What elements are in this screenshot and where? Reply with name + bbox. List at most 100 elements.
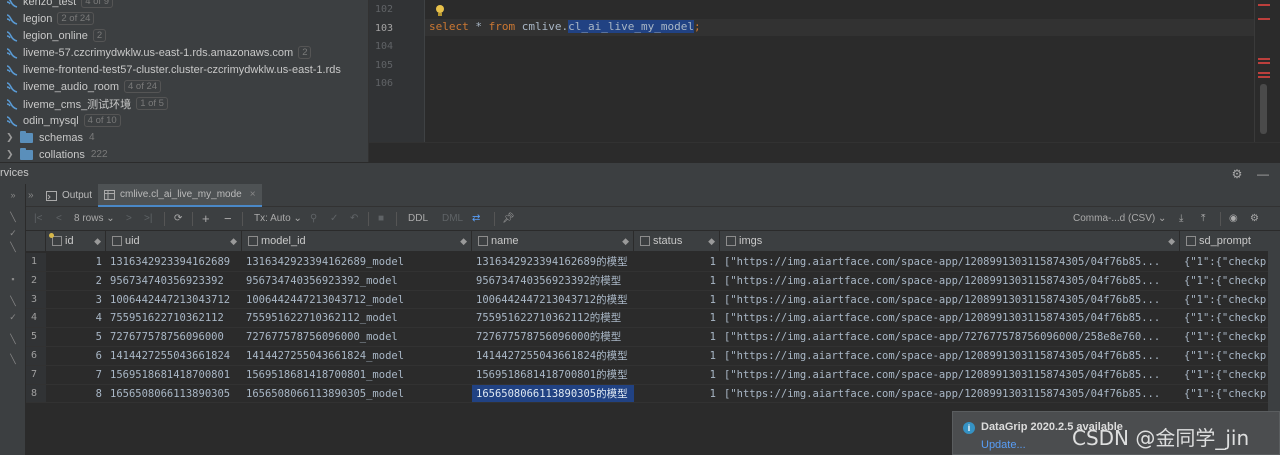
cell-model-id[interactable]: 1569518681418700801_model xyxy=(242,366,472,385)
tab-result-table[interactable]: cmlive.cl_ai_live_my_mode × xyxy=(98,184,262,207)
cell-status[interactable]: 1 xyxy=(634,309,720,328)
rollback-icon[interactable]: ↶ xyxy=(350,212,358,226)
column-header-status[interactable]: status ◆ xyxy=(634,231,720,252)
cell-uid[interactable]: 1006442447213043712 xyxy=(106,291,242,310)
sql-editor[interactable]: 102 103 104 105 106 select * from cmlive.cl_… xyxy=(368,0,1280,162)
tree-item[interactable]: liveme_cms_测试环境 1 of 5 xyxy=(0,95,168,112)
cell-name[interactable]: 1006442447213043712的模型 xyxy=(472,291,634,310)
export-format-dropdown[interactable]: Comma-...d (CSV) ⌄ xyxy=(1073,212,1166,226)
cell-id[interactable]: 2 xyxy=(46,272,106,291)
tree-icon[interactable]: ╲ xyxy=(4,334,22,348)
chevron-right-icon[interactable]: ❯ xyxy=(6,132,16,143)
cell-id[interactable]: 3 xyxy=(46,291,106,310)
cell-name[interactable]: 727677578756096000的模型 xyxy=(472,328,634,347)
close-tab-icon[interactable]: × xyxy=(250,189,256,200)
cell-imgs[interactable]: ["https://img.aiartface.com/space-app/12… xyxy=(720,347,1180,366)
cell-status[interactable]: 1 xyxy=(634,385,720,404)
cell-imgs[interactable]: ["https://img.aiartface.com/space-app/72… xyxy=(720,328,1180,347)
sort-icon[interactable]: ◆ xyxy=(622,236,629,247)
tree-item[interactable]: odin_mysql 4 of 10 xyxy=(0,112,121,129)
settings-icon[interactable]: ⚙ xyxy=(1230,167,1244,181)
tree-item[interactable]: liveme-frontend-test57-cluster.cluster-c… xyxy=(0,61,341,78)
column-header-sd-prompt[interactable]: sd_prompt xyxy=(1180,231,1280,252)
cell-sd-prompt[interactable]: {"1":{"checkp xyxy=(1180,291,1280,310)
import-icon[interactable]: ⤒ xyxy=(1201,212,1205,226)
error-marker[interactable] xyxy=(1258,18,1270,20)
cell-sd-prompt[interactable]: {"1":{"checkp xyxy=(1180,309,1280,328)
column-header-name[interactable]: name ◆ xyxy=(472,231,634,252)
cell-id[interactable]: 8 xyxy=(46,385,106,404)
error-marker[interactable] xyxy=(1258,4,1270,6)
error-marker[interactable] xyxy=(1258,72,1270,74)
cell-imgs[interactable]: ["https://img.aiartface.com/space-app/12… xyxy=(720,272,1180,291)
tree-icon[interactable]: ╲ xyxy=(4,242,22,256)
prev-page-icon[interactable]: < xyxy=(56,212,62,226)
cell-id[interactable]: 6 xyxy=(46,347,106,366)
cell-name[interactable]: 956734740356923392的模型 xyxy=(472,272,634,291)
cell-uid[interactable]: 755951622710362112 xyxy=(106,309,242,328)
row-number[interactable]: 6 xyxy=(26,347,46,366)
cell-status[interactable]: 1 xyxy=(634,253,720,272)
add-row-icon[interactable]: + xyxy=(202,212,210,226)
tree-folder[interactable]: ❯ schemas 4 xyxy=(0,129,95,146)
refresh-icon[interactable]: ⟳ xyxy=(174,212,182,226)
cell-uid[interactable]: 956734740356923392 xyxy=(106,272,242,291)
compare-icon[interactable]: ⇄ xyxy=(472,212,480,226)
tab-output[interactable]: Output xyxy=(40,184,98,207)
cell-status[interactable]: 1 xyxy=(634,347,720,366)
cell-model-id[interactable]: 1316342923394162689_model xyxy=(242,253,472,272)
dml-button[interactable]: DML xyxy=(442,212,463,226)
cell-status[interactable]: 1 xyxy=(634,272,720,291)
rows-count-dropdown[interactable]: 8 rows ⌄ xyxy=(74,212,115,226)
cell-sd-prompt[interactable]: {"1":{"checkp xyxy=(1180,253,1280,272)
remove-row-icon[interactable]: − xyxy=(224,212,232,226)
first-page-icon[interactable]: |< xyxy=(34,212,42,226)
cell-sd-prompt[interactable]: {"1":{"checkp xyxy=(1180,347,1280,366)
row-number[interactable]: 3 xyxy=(26,290,46,310)
cell-id[interactable]: 1 xyxy=(46,253,106,272)
row-number[interactable]: 1 xyxy=(26,253,46,272)
tree-icon[interactable]: ╲ xyxy=(4,296,22,310)
tree-icon[interactable]: ╲ xyxy=(4,354,22,368)
tree-item[interactable]: legion_online 2 xyxy=(0,27,107,44)
cell-uid[interactable]: 1569518681418700801 xyxy=(106,366,242,385)
check-icon[interactable]: ✓ xyxy=(4,312,22,326)
row-number[interactable]: 2 xyxy=(26,271,46,291)
tree-item[interactable]: legion 2 of 24 xyxy=(0,10,95,27)
row-number[interactable]: 5 xyxy=(26,328,46,347)
cell-id[interactable]: 4 xyxy=(46,309,106,328)
cell-uid[interactable]: 1414427255043661824 xyxy=(106,347,242,366)
console-icon[interactable]: ▪ xyxy=(4,274,22,288)
cell-status[interactable]: 1 xyxy=(634,291,720,310)
sort-icon[interactable]: ◆ xyxy=(94,236,101,247)
update-link[interactable]: Update... xyxy=(981,439,1026,451)
sort-icon[interactable]: ◆ xyxy=(1168,236,1175,247)
sort-icon[interactable]: ◆ xyxy=(230,236,237,247)
cell-id[interactable]: 5 xyxy=(46,328,106,347)
ddl-button[interactable]: DDL xyxy=(408,212,428,226)
tree-item[interactable]: kenzo_test 4 of 9 xyxy=(0,0,113,10)
tabs-overflow-icon[interactable]: » xyxy=(28,184,36,207)
row-number[interactable]: 4 xyxy=(26,309,46,329)
cell-model-id[interactable]: 727677578756096000_model xyxy=(242,328,472,347)
sort-icon[interactable]: ◆ xyxy=(460,236,467,247)
editor-scrollbar[interactable] xyxy=(1254,0,1272,142)
cell-name[interactable]: 1656508066113890305的模型 xyxy=(472,384,634,404)
error-marker[interactable] xyxy=(1258,76,1270,78)
cell-sd-prompt[interactable]: {"1":{"checkp xyxy=(1180,366,1280,385)
cell-name[interactable]: 1316342923394162689的模型 xyxy=(472,253,634,272)
next-page-icon[interactable]: > xyxy=(126,212,132,226)
tree-icon[interactable]: ╲ xyxy=(4,212,22,226)
column-header-uid[interactable]: uid ◆ xyxy=(106,231,242,252)
error-marker[interactable] xyxy=(1258,62,1270,64)
cell-sd-prompt[interactable]: {"1":{"checkp xyxy=(1180,385,1280,404)
transaction-mode-dropdown[interactable]: Tx: Auto ⌄ xyxy=(254,212,302,226)
cell-status[interactable]: 1 xyxy=(634,328,720,347)
column-header-imgs[interactable]: imgs ◆ xyxy=(720,231,1180,252)
cell-model-id[interactable]: 1006442447213043712_model xyxy=(242,291,472,310)
tree-folder[interactable]: ❯ collations 222 xyxy=(0,146,108,162)
cell-uid[interactable]: 727677578756096000 xyxy=(106,328,242,347)
sort-icon[interactable]: ◆ xyxy=(708,236,715,247)
column-header-id[interactable]: id ◆ xyxy=(46,231,106,252)
cell-sd-prompt[interactable]: {"1":{"checkp xyxy=(1180,328,1280,347)
